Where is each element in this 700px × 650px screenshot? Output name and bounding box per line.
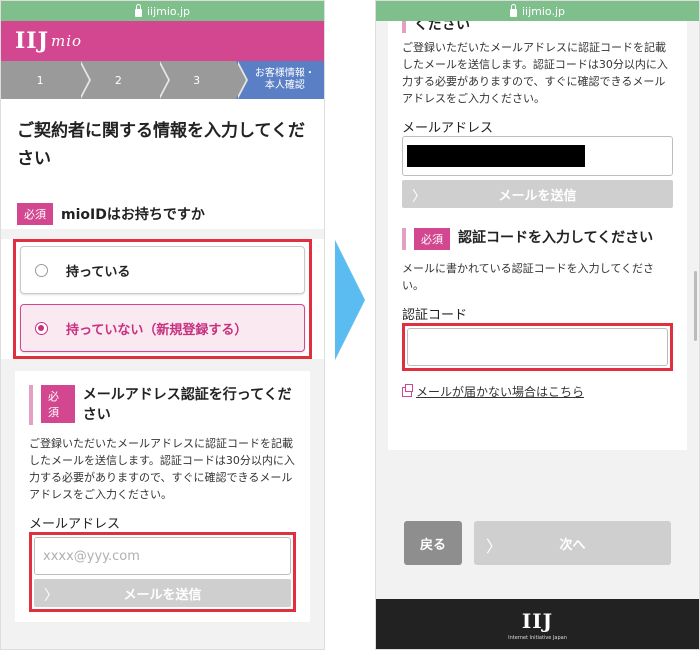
footer-logo: IIJ	[521, 609, 554, 633]
url-text: iijmio.jp	[146, 4, 190, 18]
auth-code-label: 認証コード	[402, 308, 468, 323]
left-screen: iijmio.jp IIJ mio 1 2 3 お客様情報・ 本人確認 ご契約者に関…	[0, 0, 325, 650]
send-email-label: メールを送信	[123, 587, 202, 603]
chevron-right-icon: 〉	[44, 588, 58, 604]
transition-arrow-icon	[335, 240, 365, 360]
main-content: ご契約者に関する情報を入力してください 必須 mioIDはお持ちですか	[1, 99, 324, 229]
url-text: iijmio.jp	[521, 4, 565, 18]
auth-code-heading: 必須 認証コードを入力してください	[402, 228, 673, 250]
url-bar[interactable]: iijmio.jp	[1, 1, 324, 21]
send-email-label: メールを送信	[498, 188, 577, 204]
auth-code-title: 認証コードを入力してください	[458, 230, 654, 246]
auth-code-description: メールに書かれている認証コードを入力してください。	[402, 262, 655, 292]
right-screen: iijmio.jp ください ご登録いただいたメールアドレスに認証コードを記載し…	[375, 0, 700, 650]
email-verify-description: ご登録いただいたメールアドレスに認証コードを記載したメールを送信します。認証コー…	[29, 437, 295, 501]
email-verify-title-fragment: ください	[414, 21, 470, 33]
radio-no-mioid[interactable]: 持っていない（新規登録する）	[20, 304, 305, 352]
send-email-button[interactable]: 〉 メールを送信	[402, 180, 673, 208]
title-fragment-wrap: ください	[402, 21, 673, 33]
auth-code-input[interactable]	[407, 328, 668, 366]
auth-code-highlight-box	[402, 323, 673, 371]
radio-has-mioid[interactable]: 持っている	[20, 246, 305, 294]
chevron-right-icon: 〉	[412, 189, 426, 205]
radio-label-has: 持っている	[66, 264, 131, 280]
progress-steps: 1 2 3 お客様情報・ 本人確認	[1, 61, 324, 99]
required-badge: 必須	[17, 203, 53, 225]
page-title: ご契約者に関する情報を入力してください	[17, 121, 305, 169]
chevron-right-icon: 〉	[486, 537, 503, 556]
radio-label-no: 持っていない（新規登録する）	[66, 322, 248, 338]
redacted-email	[407, 145, 585, 167]
next-label: 次へ	[559, 537, 586, 553]
lock-icon	[509, 3, 517, 17]
email-verify-description: ご登録いただいたメールアドレスに認証コードを記載したメールを送信します。認証コー…	[402, 41, 668, 105]
step-current-line1: お客様情報・	[254, 68, 315, 79]
mioid-question-row: 必須 mioIDはお持ちですか	[17, 203, 308, 225]
step-current-line2: 本人確認	[264, 80, 305, 91]
scrollbar[interactable]	[694, 271, 697, 341]
help-link-text: メールが届かない場合はこちら	[416, 385, 585, 399]
step-1: 1	[1, 61, 92, 99]
radio-circle	[35, 263, 48, 277]
lock-icon	[134, 3, 142, 17]
email-verify-card-scrolled: ください ご登録いただいたメールアドレスに認証コードを記載したメールを送信します…	[388, 21, 687, 450]
email-verify-card: 必須 メールアドレス認証を行ってください ご登録いただいたメールアドレスに認証コ…	[15, 371, 310, 622]
footer-tagline: Internet Initiative Japan	[508, 635, 567, 641]
no-email-help-link[interactable]: メールが届かない場合はこちら	[402, 383, 673, 400]
brand-header: IIJ mio	[1, 21, 324, 61]
back-button[interactable]: 戻る	[404, 521, 462, 565]
email-highlight-box: xxxx@yyy.com 〉 メールを送信	[29, 532, 296, 612]
required-badge: 必須	[41, 385, 75, 423]
email-input-filled[interactable]	[402, 136, 673, 176]
email-verify-heading: 必須 メールアドレス認証を行ってください	[29, 385, 296, 425]
footer: IIJ Internet Initiative Japan	[376, 599, 699, 649]
nav-buttons: 戻る 〉 次へ	[376, 521, 699, 565]
mioid-question: mioIDはお持ちですか	[61, 207, 205, 223]
step-current: お客様情報・ 本人確認	[235, 61, 324, 99]
email-field-label: メールアドレス	[402, 121, 494, 136]
required-badge: 必須	[414, 228, 450, 250]
next-button[interactable]: 〉 次へ	[474, 521, 671, 565]
logo-iij: IIJ	[15, 28, 49, 54]
external-link-icon	[402, 383, 413, 397]
email-field-label: メールアドレス	[29, 517, 121, 532]
logo-mio: mio	[51, 32, 83, 50]
url-bar[interactable]: iijmio.jp	[376, 1, 699, 21]
radio-circle-selected	[35, 321, 48, 335]
mioid-radio-group: 持っている 持っていない（新規登録する）	[13, 239, 312, 359]
send-email-button[interactable]: 〉 メールを送信	[34, 579, 291, 607]
email-verify-title: メールアドレス認証を行ってください	[82, 387, 292, 423]
email-input[interactable]: xxxx@yyy.com	[34, 537, 291, 575]
